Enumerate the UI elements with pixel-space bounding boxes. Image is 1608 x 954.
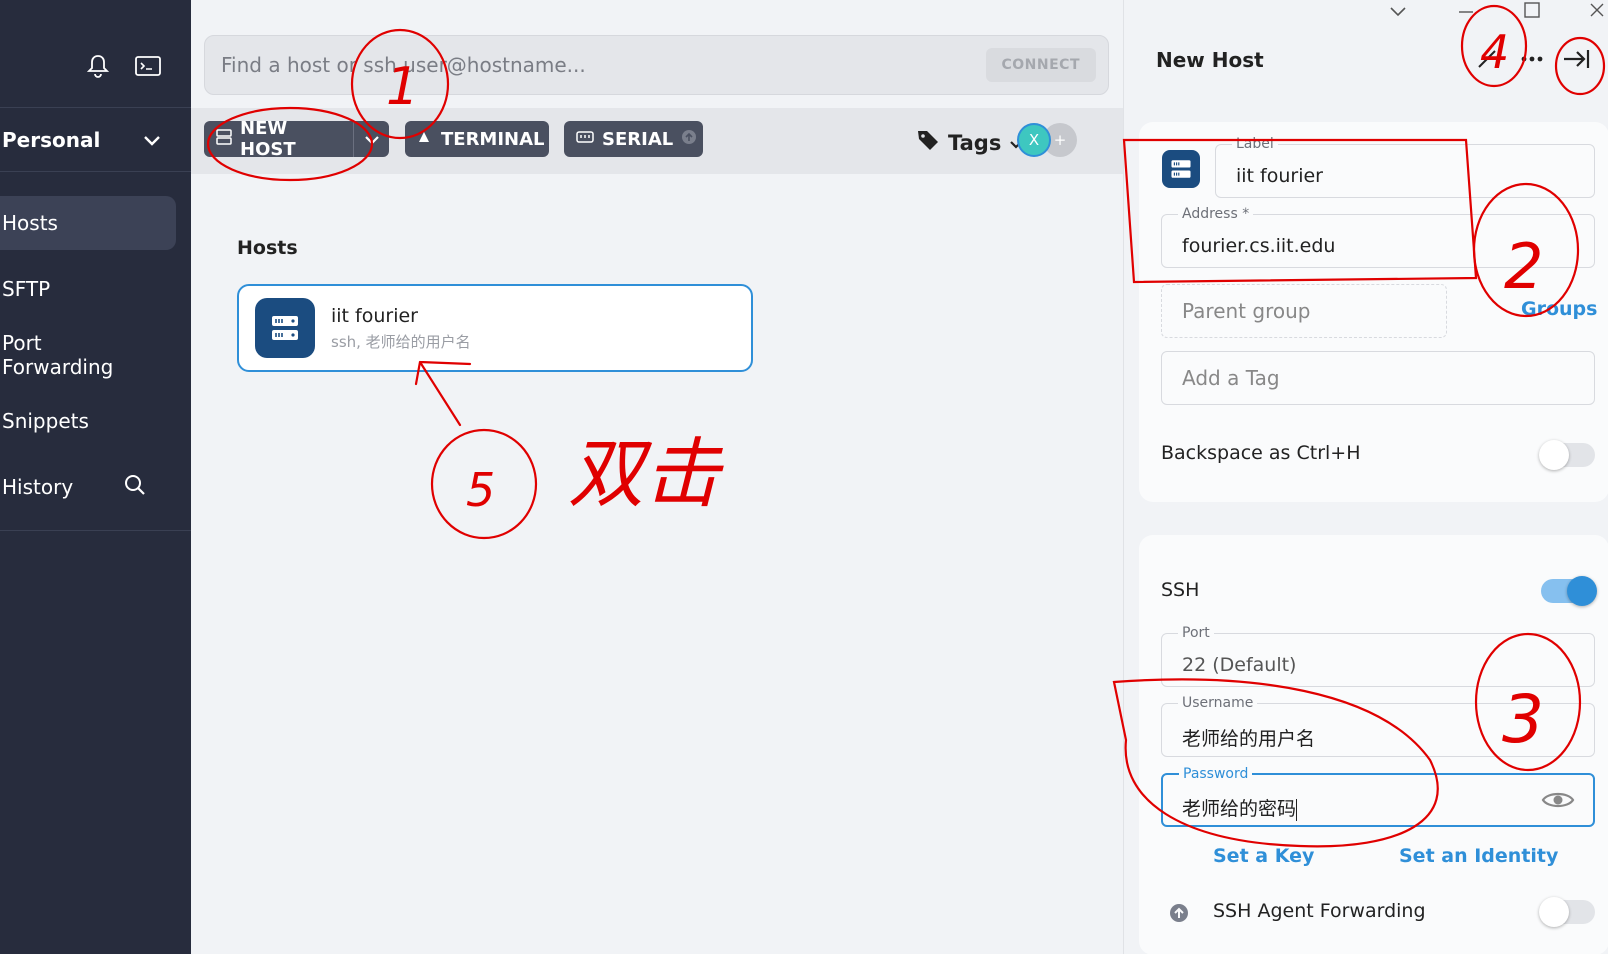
- upgrade-icon: [681, 129, 697, 150]
- sidebar-item-label: History: [2, 475, 74, 499]
- sidebar: Personal Hosts SFTP Port Forwarding Snip…: [0, 0, 191, 954]
- main-area: CONNECT NEW HOST TERMINAL SERIAL: [191, 0, 1123, 954]
- server-icon: [216, 129, 232, 149]
- tags-label: Tags: [948, 130, 1002, 155]
- groups-link[interactable]: Groups: [1521, 298, 1597, 320]
- address-field-label: Address *: [1178, 206, 1254, 222]
- password-field[interactable]: Password 老师给的密码: [1161, 766, 1595, 827]
- sidebar-item-label: Port Forwarding: [2, 331, 114, 379]
- vault-name: Personal: [2, 127, 101, 152]
- sidebar-item-snippets[interactable]: Snippets: [0, 394, 176, 448]
- port-field-value: 22 (Default): [1182, 654, 1297, 676]
- minimize-icon[interactable]: [1457, 0, 1475, 21]
- host-text: iit fourier ssh, 老师给的用户名: [331, 305, 471, 352]
- server-icon: [255, 298, 315, 358]
- tag-field-placeholder: Add a Tag: [1182, 366, 1280, 390]
- password-field-value: 老师给的密码: [1182, 798, 1297, 820]
- password-field-label: Password: [1179, 766, 1253, 782]
- toolbar: NEW HOST TERMINAL SERIAL Tags + X: [191, 108, 1123, 174]
- tag-icon: [916, 128, 940, 157]
- terminal-button[interactable]: TERMINAL: [405, 121, 549, 157]
- sidebar-item-sftp[interactable]: SFTP: [0, 262, 176, 316]
- ssh-toggle[interactable]: [1541, 576, 1597, 606]
- sidebar-item-label: Snippets: [2, 409, 89, 433]
- label-field-label: Label: [1232, 136, 1278, 152]
- general-card: Label iit fourier Address * fourier.cs.i…: [1139, 122, 1608, 502]
- parent-group-field[interactable]: Parent group: [1161, 284, 1447, 338]
- backspace-toggle[interactable]: [1539, 440, 1595, 470]
- expand-icon[interactable]: [1476, 48, 1498, 76]
- terminal-icon[interactable]: [134, 52, 162, 80]
- sidebar-item-hosts[interactable]: Hosts: [0, 196, 176, 250]
- host-subtitle: ssh, 老师给的用户名: [331, 332, 471, 351]
- backspace-label: Backspace as Ctrl+H: [1161, 442, 1361, 464]
- ssh-card: SSH Port 22 (Default) Username 老师给的用户名 P…: [1139, 535, 1608, 954]
- set-key-link[interactable]: Set a Key: [1213, 845, 1314, 867]
- search-bar: CONNECT: [204, 35, 1109, 95]
- sidebar-nav: Hosts SFTP Port Forwarding Snippets Hist…: [0, 172, 191, 531]
- port-field-label: Port: [1178, 625, 1214, 641]
- terminal-icon: [417, 130, 433, 148]
- username-field-value: 老师给的用户名: [1182, 728, 1316, 750]
- parent-group-placeholder: Parent group: [1182, 299, 1311, 323]
- new-host-button[interactable]: NEW HOST: [204, 118, 354, 160]
- serial-button[interactable]: SERIAL: [564, 121, 703, 157]
- close-icon[interactable]: [1589, 2, 1605, 23]
- sidebar-item-label: Hosts: [2, 211, 58, 235]
- address-field-value: fourier.cs.iit.edu: [1182, 235, 1336, 257]
- chevron-down-icon[interactable]: [1389, 2, 1407, 23]
- chevron-down-icon: [143, 128, 161, 152]
- host-name: iit fourier: [331, 304, 418, 327]
- sidebar-top: [0, 0, 191, 108]
- set-identity-link[interactable]: Set an Identity: [1399, 845, 1558, 867]
- search-icon[interactable]: [124, 474, 146, 501]
- more-icon[interactable]: [1520, 48, 1544, 76]
- sidebar-item-history[interactable]: History: [0, 460, 176, 514]
- tag-field[interactable]: Add a Tag: [1161, 351, 1595, 405]
- label-field[interactable]: Label iit fourier: [1215, 136, 1595, 198]
- maximize-icon[interactable]: [1524, 2, 1540, 23]
- server-icon: [1162, 150, 1200, 188]
- terminal-label: TERMINAL: [441, 128, 545, 150]
- serial-label: SERIAL: [602, 128, 674, 150]
- username-field[interactable]: Username 老师给的用户名: [1161, 695, 1595, 757]
- agent-forwarding-label: SSH Agent Forwarding: [1213, 900, 1426, 922]
- collapse-panel-icon[interactable]: [1562, 48, 1590, 76]
- text-cursor: [1296, 798, 1298, 821]
- agent-forwarding-toggle[interactable]: [1539, 897, 1595, 927]
- port-field[interactable]: Port 22 (Default): [1161, 625, 1595, 687]
- address-field[interactable]: Address * fourier.cs.iit.edu: [1161, 206, 1595, 268]
- hosts-section-title: Hosts: [237, 237, 298, 259]
- new-host-panel: New Host Label iit fourier Address * fou…: [1123, 0, 1608, 954]
- tags-filter[interactable]: Tags: [916, 128, 1023, 157]
- eye-icon[interactable]: [1541, 789, 1575, 815]
- panel-title: New Host: [1156, 48, 1264, 72]
- bell-icon[interactable]: [84, 52, 112, 80]
- host-card[interactable]: iit fourier ssh, 老师给的用户名: [237, 284, 753, 372]
- new-host-dropdown[interactable]: [353, 121, 389, 157]
- avatar[interactable]: X: [1017, 123, 1051, 157]
- upgrade-icon: [1169, 903, 1189, 927]
- label-field-value: iit fourier: [1236, 165, 1323, 187]
- connect-button[interactable]: CONNECT: [985, 48, 1096, 82]
- sidebar-item-label: SFTP: [2, 277, 51, 301]
- serial-port-icon: [576, 131, 594, 147]
- username-field-label: Username: [1178, 695, 1258, 711]
- ssh-label: SSH: [1161, 579, 1200, 601]
- search-input[interactable]: [221, 53, 921, 77]
- sidebar-item-port-forwarding[interactable]: Port Forwarding: [0, 328, 176, 382]
- new-host-label: NEW HOST: [240, 118, 296, 160]
- chevron-down-icon: [364, 130, 380, 149]
- vault-selector[interactable]: Personal: [0, 108, 191, 172]
